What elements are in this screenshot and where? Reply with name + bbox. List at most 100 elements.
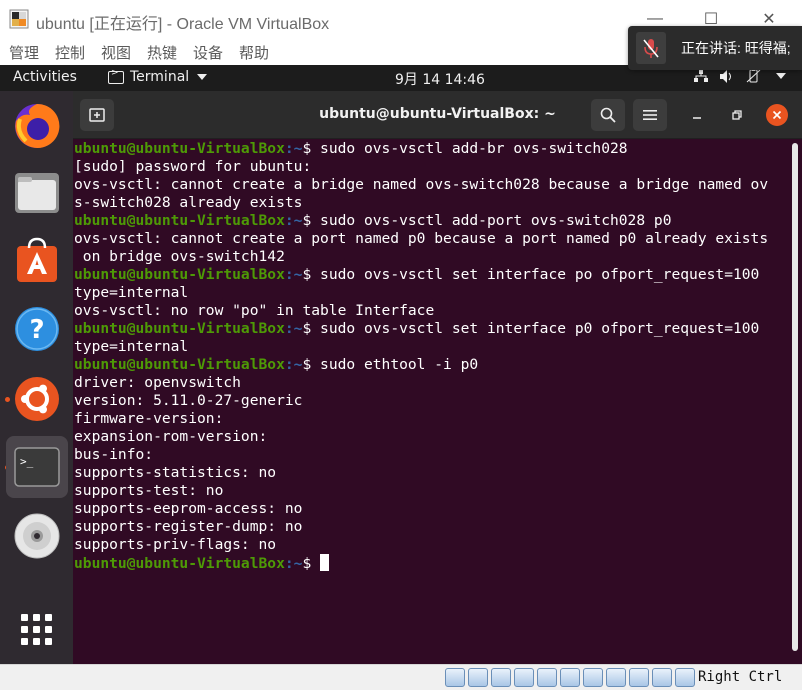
terminal-output-line: firmware-version: — [74, 410, 768, 428]
hamburger-menu-button[interactable] — [633, 99, 667, 131]
audio-icon[interactable] — [491, 668, 511, 687]
output-text: on bridge ovs-switch142 — [74, 248, 285, 265]
prompt-path: :~ — [284, 356, 303, 373]
close-icon — [772, 110, 782, 120]
terminal-output-line: s-switch028 already exists — [74, 194, 768, 212]
terminal-output-line: supports-register-dump: no — [74, 518, 768, 536]
network-icon — [694, 69, 708, 82]
virtualbox-app-icon — [9, 9, 29, 29]
app-menu-terminal[interactable]: Terminal — [108, 68, 208, 85]
mouse-integration-icon[interactable] — [652, 668, 672, 687]
command-text: sudo ovs-vsctl set interface po ofport_r… — [320, 266, 760, 283]
dock-item-help[interactable]: ? — [6, 298, 68, 360]
terminal-command-line: ubuntu@ubuntu-VirtualBox:~$ sudo ovs-vsc… — [74, 320, 768, 338]
terminal-output-line: ovs-vsctl: no row "po" in table Interfac… — [74, 302, 768, 320]
terminal-command-line: ubuntu@ubuntu-VirtualBox:~$ sudo ovs-vsc… — [74, 212, 768, 230]
command-text: sudo ovs-vsctl add-port ovs-switch028 p0 — [320, 212, 672, 229]
dock-item-software[interactable] — [6, 229, 68, 291]
command-text: sudo ethtool -i p0 — [320, 356, 479, 373]
terminal-output-line: ovs-vsctl: cannot create a bridge named … — [74, 176, 768, 194]
power-icon — [746, 69, 761, 83]
dvd-drive-icon — [14, 513, 60, 559]
prompt-path: :~ — [284, 320, 303, 337]
terminal-output-line: version: 5.11.0-27-generic — [74, 392, 768, 410]
menu-control[interactable]: 控制 — [55, 42, 85, 63]
terminal-lines: ubuntu@ubuntu-VirtualBox:~$ sudo ovs-vsc… — [74, 140, 768, 572]
command-text: sudo ovs-vsctl add-br ovs-switch028 — [320, 140, 628, 157]
svg-text:?: ? — [29, 315, 44, 345]
terminal-output-line: expansion-rom-version: — [74, 428, 768, 446]
clock[interactable]: 9月 14 14:46 — [395, 69, 485, 89]
terminal-close-button[interactable] — [766, 104, 788, 126]
output-text: s-switch028 already exists — [74, 194, 303, 211]
software-center-icon — [17, 237, 57, 282]
output-text: supports-eeprom-access: no — [74, 500, 303, 517]
prompt-sign: $ — [302, 266, 321, 283]
menu-help[interactable]: 帮助 — [239, 42, 269, 63]
menu-hotkeys[interactable]: 热键 — [147, 42, 177, 63]
microphone-muted-icon[interactable] — [636, 32, 666, 64]
app-grid-icon — [21, 614, 52, 645]
dock-item-ubuntu-installer[interactable] — [6, 368, 68, 430]
terminal-output-line: driver: openvswitch — [74, 374, 768, 392]
network-icon[interactable] — [514, 668, 534, 687]
terminal-headerbar: ubuntu@ubuntu-VirtualBox: ~ — [73, 91, 802, 139]
vm-state-icon[interactable] — [629, 668, 649, 687]
prompt-user: ubuntu@ubuntu-VirtualBox — [74, 320, 285, 337]
terminal-output-line: bus-info: — [74, 446, 768, 464]
terminal-output-line: type=internal — [74, 284, 768, 302]
terminal-output-line: supports-eeprom-access: no — [74, 500, 768, 518]
output-text: type=internal — [74, 284, 189, 301]
terminal-output[interactable]: ubuntu@ubuntu-VirtualBox:~$ sudo ovs-vsc… — [73, 139, 802, 664]
terminal-scrollbar[interactable] — [792, 143, 798, 651]
output-text: expansion-rom-version: — [74, 428, 268, 445]
terminal-cursor — [320, 554, 330, 571]
svg-text:>_: >_ — [20, 455, 34, 468]
host-key-label: Right Ctrl — [698, 669, 783, 685]
output-text: ovs-vsctl: cannot create a bridge named … — [74, 176, 769, 193]
output-text: ovs-vsctl: cannot create a port named p0… — [74, 230, 769, 247]
speaking-text: 正在讲话: 旺得福; — [681, 40, 791, 56]
prompt-sign: $ — [302, 140, 321, 157]
dock-item-terminal[interactable]: >_ — [6, 436, 68, 498]
keyboard-capture-icon[interactable] — [675, 668, 695, 687]
menu-manage[interactable]: 管理 — [9, 42, 39, 63]
terminal-minimize-button[interactable] — [686, 104, 708, 126]
shared-folders-icon[interactable] — [560, 668, 580, 687]
prompt-path: :~ — [284, 266, 303, 283]
terminal-output-line: [sudo] password for ubuntu: — [74, 158, 768, 176]
volume-icon — [720, 69, 731, 83]
prompt-path: :~ — [284, 140, 303, 157]
hamburger-icon — [643, 110, 657, 120]
output-text: bus-info: — [74, 446, 154, 463]
dock-item-files[interactable] — [6, 162, 68, 224]
ubuntu-logo-icon — [15, 377, 59, 421]
activities-button[interactable]: Activities — [13, 69, 77, 85]
optical-drive-icon[interactable] — [468, 668, 488, 687]
output-text: supports-test: no — [74, 482, 224, 499]
output-text: driver: openvswitch — [74, 374, 241, 391]
search-button[interactable] — [591, 99, 625, 131]
terminal-command-line: ubuntu@ubuntu-VirtualBox:~$ — [74, 554, 768, 572]
usb-icon[interactable] — [537, 668, 557, 687]
prompt-sign: $ — [302, 212, 321, 229]
terminal-icon — [108, 68, 124, 84]
hard-disk-icon[interactable] — [445, 668, 465, 687]
menu-view[interactable]: 视图 — [101, 42, 131, 63]
terminal-command-line: ubuntu@ubuntu-VirtualBox:~$ sudo ethtool… — [74, 356, 768, 374]
show-applications-button[interactable] — [6, 599, 68, 661]
terminal-command-line: ubuntu@ubuntu-VirtualBox:~$ sudo ovs-vsc… — [74, 266, 768, 284]
dock-item-dvd[interactable] — [6, 505, 68, 567]
prompt-user: ubuntu@ubuntu-VirtualBox — [74, 555, 285, 572]
terminal-restore-button[interactable] — [726, 104, 748, 126]
output-text: supports-statistics: no — [74, 464, 277, 481]
dock-item-firefox[interactable] — [6, 95, 68, 157]
menu-devices[interactable]: 设备 — [193, 42, 223, 63]
restore-icon — [732, 110, 742, 120]
prompt-sign: $ — [302, 356, 321, 373]
system-tray[interactable] — [694, 69, 786, 83]
display-icon[interactable] — [583, 668, 603, 687]
output-text: [sudo] password for ubuntu: — [74, 158, 312, 175]
video-capture-icon[interactable] — [606, 668, 626, 687]
output-text: version: 5.11.0-27-generic — [74, 392, 303, 409]
